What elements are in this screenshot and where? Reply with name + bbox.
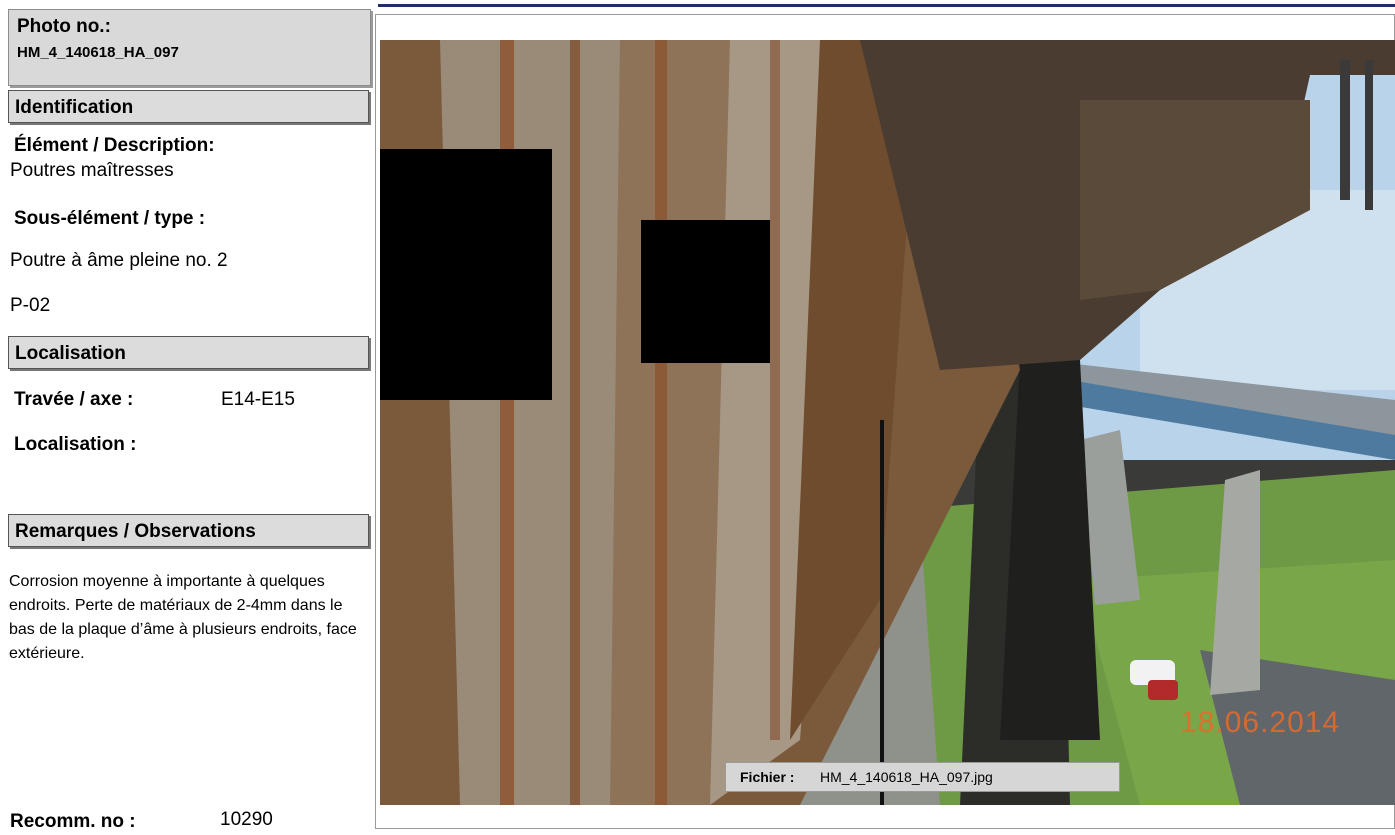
element-value: Poutres maîtresses bbox=[10, 160, 174, 181]
element-code: P-02 bbox=[10, 295, 51, 316]
file-name-value: HM_4_140618_HA_097.jpg bbox=[820, 769, 993, 785]
photo-number-value: HM_4_140618_HA_097 bbox=[17, 44, 179, 61]
element-label: Élément / Description: bbox=[14, 135, 215, 156]
subelement-value: Poutre à âme pleine no. 2 bbox=[10, 250, 228, 271]
localisation-header: Localisation bbox=[8, 336, 369, 369]
travee-label: Travée / axe : bbox=[14, 389, 134, 410]
travee-value: E14-E15 bbox=[221, 389, 295, 410]
photo-number-label: Photo no.: bbox=[17, 16, 111, 37]
recommandation-label: Recomm. no : bbox=[10, 811, 136, 832]
inspection-photo bbox=[380, 40, 1395, 805]
identification-header: Identification bbox=[8, 90, 369, 123]
photo-number-box: Photo no.: HM_4_140618_HA_097 bbox=[8, 9, 371, 86]
redaction-block-2 bbox=[641, 220, 770, 363]
recommandation-value: 10290 bbox=[220, 809, 273, 830]
remarques-text: Corrosion moyenne à importante à quelque… bbox=[9, 573, 357, 662]
info-sidebar: Photo no.: HM_4_140618_HA_097 Identifica… bbox=[0, 0, 375, 835]
remarques-header: Remarques / Observations bbox=[8, 514, 369, 547]
file-label: Fichier : bbox=[740, 769, 795, 785]
redaction-block-1 bbox=[380, 149, 552, 400]
photo-date-stamp: 18.06.2014 bbox=[1180, 706, 1341, 739]
subelement-label: Sous-élément / type : bbox=[14, 208, 206, 229]
file-name-box: Fichier : HM_4_140618_HA_097.jpg bbox=[725, 762, 1120, 792]
localisation-label: Localisation : bbox=[14, 434, 137, 455]
